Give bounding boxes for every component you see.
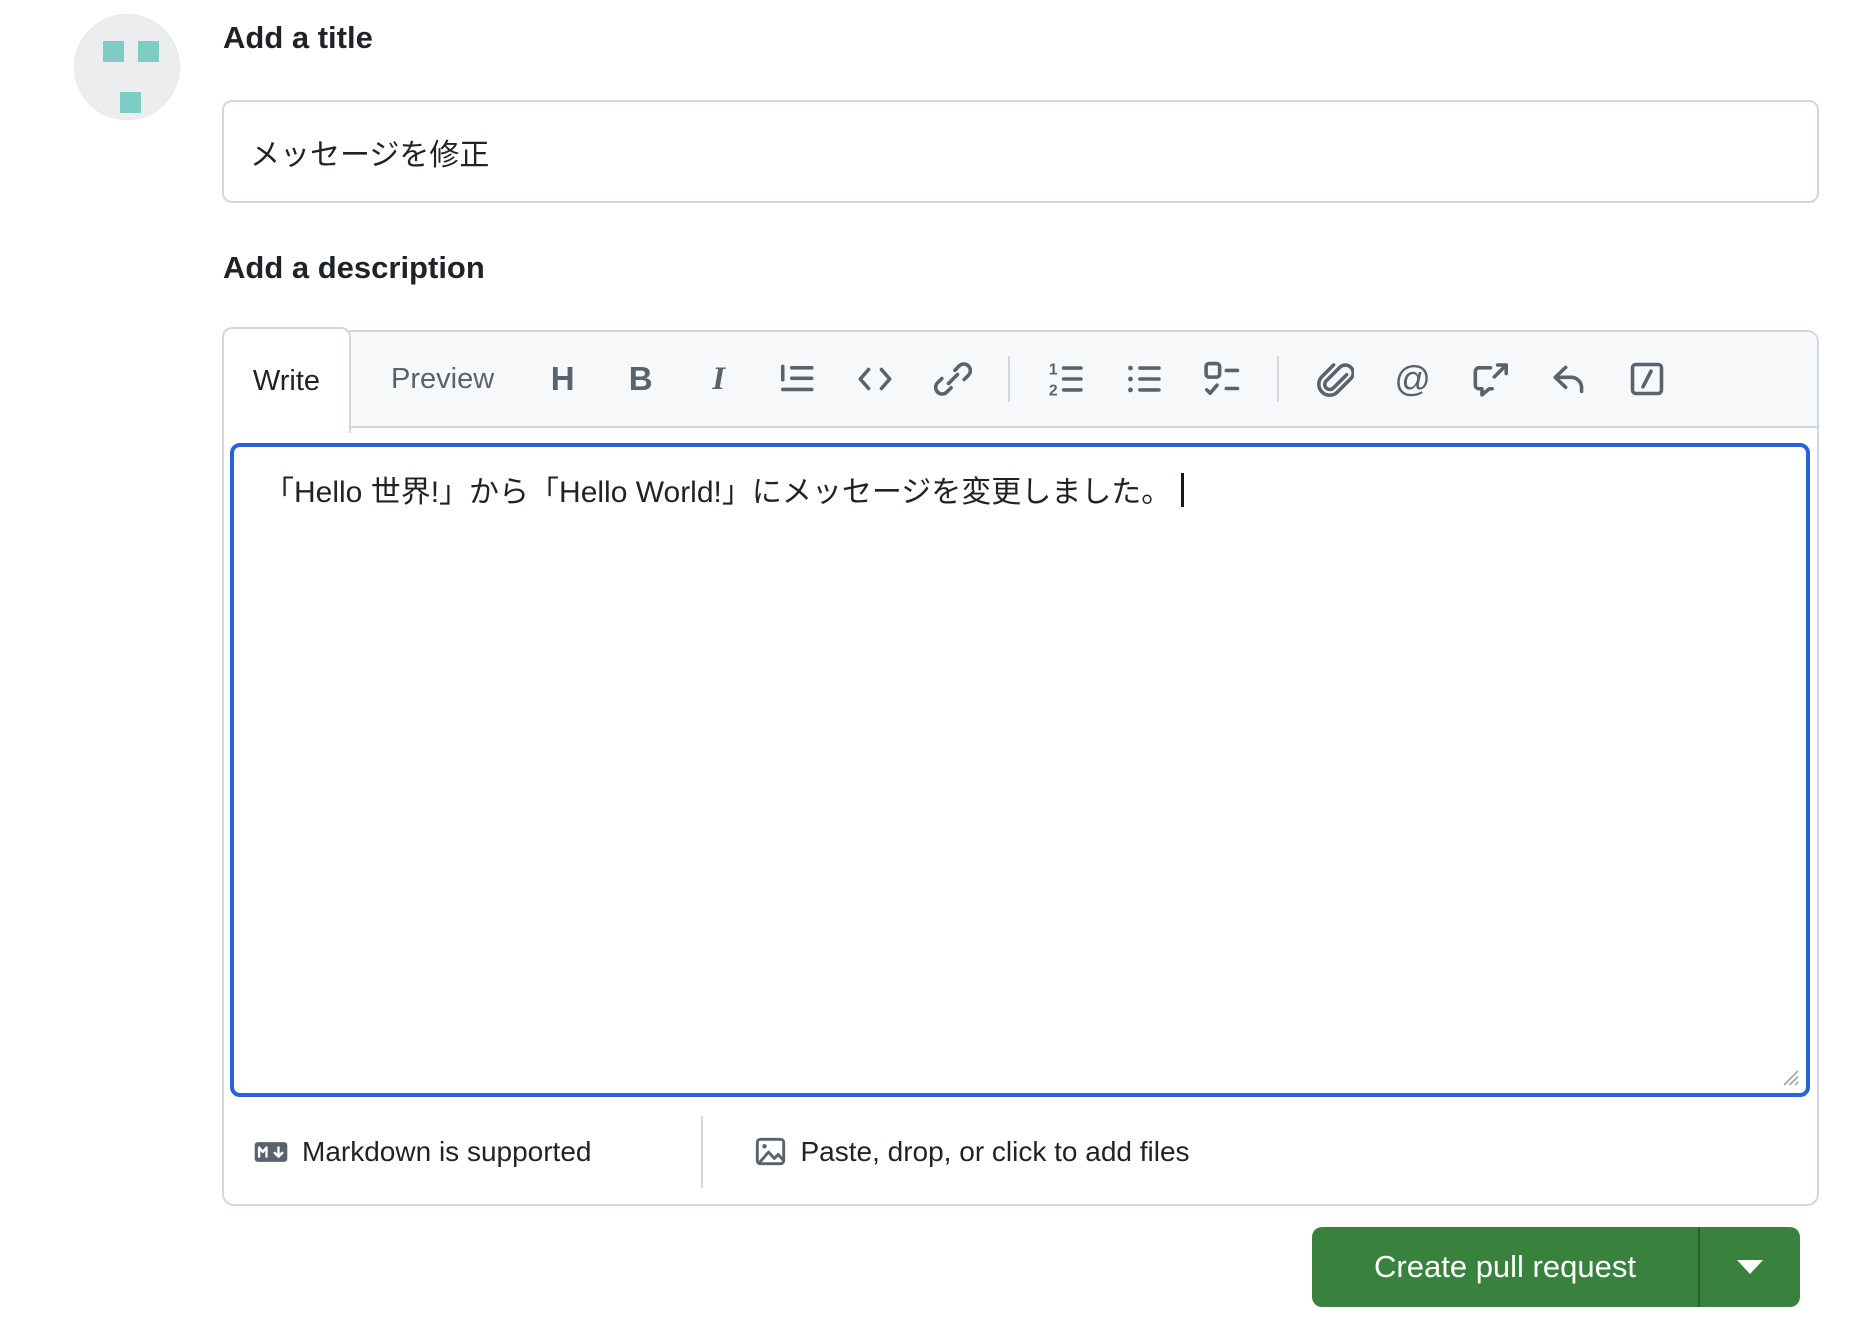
mention-button[interactable]: @ bbox=[1390, 354, 1435, 404]
create-pull-request-split-button: Create pull request bbox=[1312, 1227, 1800, 1307]
cross-reference-button[interactable] bbox=[1468, 354, 1513, 404]
toolbar-divider bbox=[1008, 356, 1011, 402]
slash-command-button[interactable] bbox=[1624, 354, 1669, 404]
create-pull-request-button[interactable]: Create pull request bbox=[1312, 1227, 1698, 1307]
identicon-avatar bbox=[74, 14, 180, 120]
tab-write[interactable]: Write bbox=[222, 327, 351, 433]
attach-file-button[interactable] bbox=[1312, 354, 1357, 404]
svg-text:1: 1 bbox=[1049, 361, 1058, 378]
attach-file-icon bbox=[1316, 363, 1354, 397]
tab-preview[interactable]: Preview bbox=[391, 363, 494, 396]
heading-icon: H bbox=[550, 360, 575, 397]
image-icon bbox=[756, 1137, 786, 1166]
attach-files-label: Paste, drop, or click to add files bbox=[800, 1135, 1190, 1167]
markdown-supported-link[interactable]: Markdown is supported bbox=[254, 1136, 591, 1168]
slash-command-icon bbox=[1630, 362, 1663, 396]
task-list-icon bbox=[1203, 361, 1239, 396]
reply-button[interactable] bbox=[1546, 354, 1591, 404]
identicon-square bbox=[138, 41, 159, 62]
description-section-label: Add a description bbox=[223, 250, 485, 285]
link-button[interactable] bbox=[930, 354, 975, 404]
pull-request-title-input[interactable] bbox=[222, 100, 1819, 203]
reply-icon bbox=[1553, 365, 1584, 394]
heading-button[interactable]: H bbox=[540, 354, 585, 404]
description-textarea[interactable]: 「Hello 世界!」から「Hello World!」にメッセージを変更しました… bbox=[230, 443, 1810, 1097]
code-button[interactable] bbox=[852, 354, 897, 404]
identicon-square bbox=[120, 92, 141, 113]
description-text: 「Hello 世界!」から「Hello World!」にメッセージを変更しました… bbox=[264, 476, 1172, 509]
markdown-icon bbox=[254, 1141, 288, 1162]
quote-button[interactable] bbox=[774, 354, 819, 404]
toolbar-divider bbox=[1277, 356, 1280, 402]
code-icon bbox=[858, 367, 892, 391]
markdown-editor: Write Preview H B I 1 2 @ 「Hello 世界!」から「… bbox=[222, 327, 1819, 1206]
editor-footer: Markdown is supported Paste, drop, or cl… bbox=[224, 1099, 1817, 1204]
svg-text:2: 2 bbox=[1049, 382, 1058, 398]
numbered-list-button[interactable]: 1 2 bbox=[1043, 354, 1088, 404]
mention-icon: @ bbox=[1394, 358, 1431, 399]
italic-icon: I bbox=[712, 360, 726, 397]
bullet-list-button[interactable] bbox=[1121, 354, 1166, 404]
title-section-label: Add a title bbox=[223, 20, 373, 55]
markdown-supported-label: Markdown is supported bbox=[302, 1135, 592, 1167]
attach-files-button[interactable]: Paste, drop, or click to add files bbox=[755, 1135, 1190, 1168]
task-list-button[interactable] bbox=[1199, 354, 1244, 404]
cross-reference-icon bbox=[1473, 363, 1508, 397]
quote-icon bbox=[780, 364, 814, 392]
text-cursor bbox=[1181, 473, 1185, 507]
bullet-list-icon bbox=[1127, 365, 1161, 393]
bold-button[interactable]: B bbox=[618, 354, 663, 404]
bold-icon: B bbox=[628, 360, 653, 397]
link-icon bbox=[933, 362, 972, 396]
editor-toolbar: Write Preview H B I 1 2 @ bbox=[222, 327, 1817, 433]
numbered-list-icon: 1 2 bbox=[1049, 361, 1083, 398]
resize-handle-icon[interactable] bbox=[1777, 1064, 1801, 1088]
italic-button[interactable]: I bbox=[696, 354, 741, 404]
identicon-square bbox=[103, 41, 124, 62]
tab-write-label: Write bbox=[252, 364, 321, 397]
create-pull-request-dropdown[interactable] bbox=[1700, 1227, 1800, 1307]
footer-divider bbox=[701, 1115, 704, 1188]
toolbar-icon-group: H B I 1 2 @ bbox=[540, 354, 1669, 404]
chevron-down-icon bbox=[1737, 1260, 1763, 1274]
